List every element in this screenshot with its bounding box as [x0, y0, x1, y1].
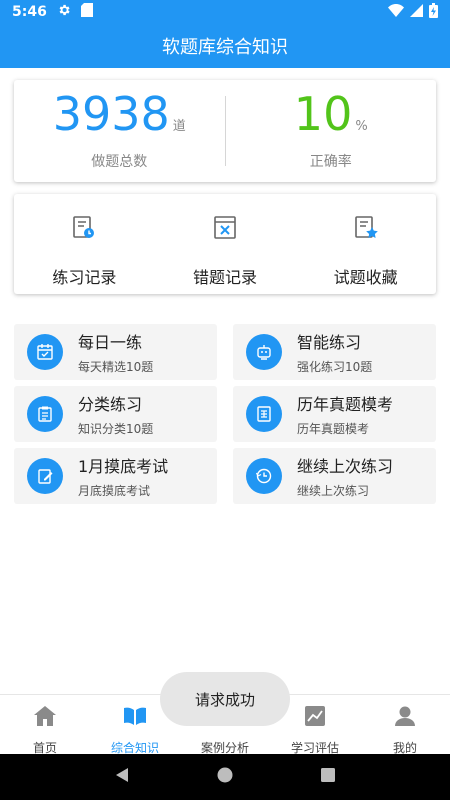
- module-title: 智能练习: [297, 333, 362, 352]
- signal-icon: [410, 3, 423, 21]
- past-exams-tile[interactable]: 历年真题模考 历年真题模考: [233, 386, 436, 442]
- toast-text: 请求成功: [194, 690, 255, 709]
- wrong-questions-label: 错题记录: [193, 268, 258, 287]
- module-title: 历年真题模考: [297, 395, 394, 414]
- status-time: 5:46: [12, 4, 47, 20]
- practice-record-label: 练习记录: [52, 268, 117, 287]
- nav-profile[interactable]: 我的: [360, 695, 450, 755]
- recents-square-icon[interactable]: [320, 767, 336, 787]
- module-subtitle: 知识分类10题: [78, 422, 154, 436]
- toast-message: 请求成功: [160, 672, 290, 726]
- daily-practice-tile[interactable]: 每日一练 每天精选10题: [14, 324, 217, 380]
- exam-paper-icon: [246, 396, 282, 432]
- wrong-questions-icon: [211, 214, 239, 246]
- module-subtitle: 强化练习10题: [297, 360, 373, 374]
- sd-card-icon: [80, 3, 93, 21]
- history-icon: [246, 458, 282, 494]
- stats-card: 3938 道 做题总数 10 % 正确率: [14, 80, 436, 182]
- home-circle-icon[interactable]: [217, 767, 233, 787]
- continue-practice-tile[interactable]: 继续上次练习 继续上次练习: [233, 448, 436, 504]
- module-subtitle: 每天精选10题: [78, 360, 154, 374]
- wifi-icon: [388, 3, 404, 21]
- total-questions-label: 做题总数: [91, 154, 148, 170]
- clipboard-icon: [27, 396, 63, 432]
- quick-actions-card: 练习记录 错题记录 试题收藏: [14, 194, 436, 294]
- back-icon[interactable]: [114, 767, 130, 787]
- favorites-icon: [352, 214, 380, 246]
- total-questions-unit: 道: [172, 119, 186, 134]
- module-title: 1月摸底考试: [78, 457, 169, 476]
- accuracy-value: 10: [293, 87, 353, 141]
- home-icon: [32, 703, 58, 733]
- module-title: 每日一练: [78, 333, 143, 352]
- favorites-label: 试题收藏: [333, 268, 398, 287]
- accuracy-unit: %: [355, 119, 368, 134]
- category-practice-tile[interactable]: 分类练习 知识分类10题: [14, 386, 217, 442]
- user-icon: [392, 703, 418, 733]
- app-header: 软题库综合知识: [0, 24, 450, 68]
- settings-gear-icon: [57, 3, 71, 21]
- battery-icon: [429, 2, 438, 22]
- system-navigation-bar: [0, 754, 450, 800]
- robot-icon: [246, 334, 282, 370]
- page-title: 软题库综合知识: [162, 37, 288, 58]
- calendar-icon: [27, 334, 63, 370]
- module-subtitle: 继续上次练习: [297, 484, 370, 498]
- monthly-exam-tile[interactable]: 1月摸底考试 月底摸底考试: [14, 448, 217, 504]
- practice-record-button[interactable]: 练习记录: [14, 194, 155, 294]
- favorites-button[interactable]: 试题收藏: [295, 194, 436, 294]
- smart-practice-tile[interactable]: 智能练习 强化练习10题: [233, 324, 436, 380]
- practice-record-icon: [70, 214, 98, 246]
- module-title: 分类练习: [78, 395, 143, 414]
- edit-icon: [27, 458, 63, 494]
- trend-chart-icon: [302, 703, 328, 733]
- module-title: 继续上次练习: [297, 457, 394, 476]
- nav-home[interactable]: 首页: [0, 695, 90, 755]
- module-subtitle: 历年真题模考: [297, 422, 370, 436]
- module-subtitle: 月底摸底考试: [78, 484, 151, 498]
- wrong-questions-button[interactable]: 错题记录: [155, 194, 296, 294]
- practice-modules-grid: 每日一练 每天精选10题 智能练习 强化练习10题 分类练习 知识分类10题 历…: [14, 324, 436, 504]
- status-bar: 5:46: [0, 0, 450, 24]
- total-questions-stat: 3938 道 做题总数: [14, 80, 225, 182]
- accuracy-stat: 10 % 正确率: [226, 80, 437, 182]
- book-icon: [122, 703, 148, 733]
- total-questions-value: 3938: [52, 87, 170, 141]
- accuracy-label: 正确率: [309, 154, 352, 170]
